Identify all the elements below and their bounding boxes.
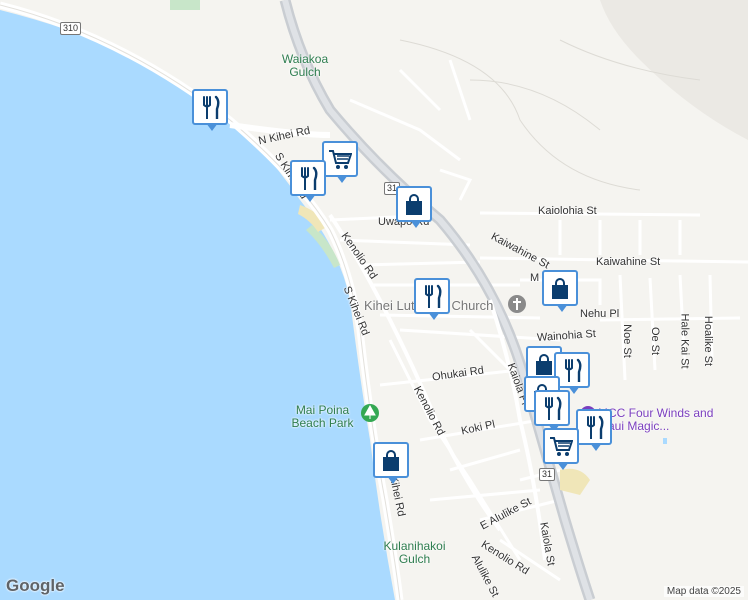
label-nehu-pl: Nehu Pl (580, 308, 620, 320)
shopping-bag-icon (551, 278, 569, 300)
pond (663, 438, 667, 444)
google-logo: Google (6, 576, 65, 595)
label-mcc: MCC Four Winds and Maui Magic... (598, 406, 714, 433)
label-m-partial: M (530, 272, 540, 284)
label-oe-st: Oe St (649, 326, 662, 356)
shopping-bag-icon (535, 354, 553, 376)
route-shield-31-south: 31 (539, 468, 556, 481)
restaurant-marker[interactable] (192, 89, 228, 131)
label-kaiwahine-st-east: Kaiwahine St (596, 256, 661, 268)
label-hale-kai-st: Hale Kai St (678, 313, 691, 369)
fork-knife-icon (300, 166, 318, 190)
fork-knife-icon (586, 415, 604, 439)
grocery-marker[interactable] (543, 428, 579, 470)
label-kulanihakoi-gulch: Kulanihakoi Gulch (383, 539, 446, 566)
grocery-marker[interactable] (322, 141, 358, 183)
park-area-north (170, 0, 200, 10)
shopping-bag-icon (382, 450, 400, 472)
label-mai-poina-beach-park: Mai Poina Beach Park (291, 403, 354, 430)
shopping-cart-icon (328, 150, 352, 170)
label-hoalike-st: Hoalike St (702, 315, 715, 367)
route-shield-310: 310 (60, 22, 82, 35)
label-kaiolohia-st: Kaiolohia St (538, 205, 597, 217)
shopping-cart-icon (549, 437, 573, 457)
shopping-marker[interactable] (396, 186, 432, 228)
fork-knife-icon (564, 358, 582, 382)
restaurant-marker[interactable] (414, 278, 450, 320)
restaurant-marker[interactable] (290, 160, 326, 202)
label-noe-st: Noe St (620, 324, 633, 358)
shopping-marker[interactable] (373, 442, 409, 484)
label-waiakoa-gulch: Waiakoa Gulch (281, 52, 329, 79)
fork-knife-icon (202, 95, 220, 119)
fork-knife-icon (424, 284, 442, 308)
map-attribution[interactable]: Map data ©2025 (663, 586, 744, 597)
restaurant-marker[interactable] (576, 409, 612, 451)
restaurant-marker[interactable] (534, 390, 570, 432)
shopping-marker[interactable] (542, 270, 578, 312)
shopping-bag-icon (405, 194, 423, 216)
fork-knife-icon (544, 396, 562, 420)
